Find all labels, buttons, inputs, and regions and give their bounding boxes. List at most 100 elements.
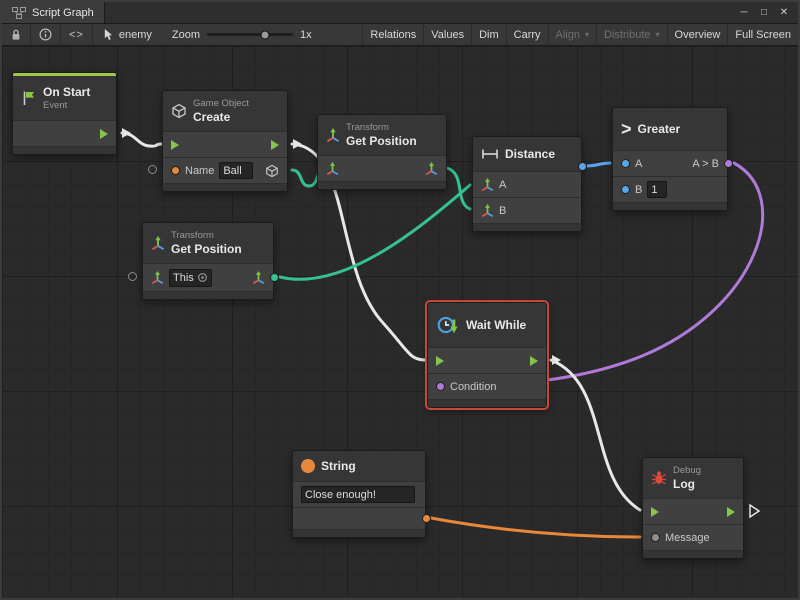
node-footer [613, 202, 727, 210]
input-port-a[interactable] [621, 159, 630, 168]
graph-canvas[interactable]: On Start Event Game Object Create [2, 46, 798, 598]
node-title: Greater [638, 122, 681, 136]
unconnected-port-ring[interactable] [128, 272, 137, 281]
zoom-slider-knob[interactable] [261, 30, 270, 39]
vector-output-icon [252, 271, 265, 284]
dim-button[interactable]: Dim [471, 24, 506, 45]
node-title: Create [193, 110, 249, 124]
name-input-port[interactable] [171, 166, 180, 175]
node-greater[interactable]: > Greater A A > B B [612, 107, 728, 211]
minimize-button[interactable]: ─ [736, 7, 752, 18]
condition-input-port[interactable] [436, 382, 445, 391]
exec-output-port[interactable] [271, 140, 279, 150]
node-footer [428, 399, 546, 407]
port-label: B [635, 184, 642, 196]
wire-exec-onstart-to-create[interactable] [122, 133, 161, 146]
node-title: Get Position [171, 242, 242, 256]
script-graph-window: Script Graph ─ □ ✕ <> enemy Zoom 1x Rela… [0, 0, 800, 600]
node-title: Wait While [466, 318, 526, 332]
node-footer [318, 181, 446, 189]
gameobject-output-port[interactable] [265, 164, 279, 178]
carry-button[interactable]: Carry [506, 24, 548, 45]
vector-input-port-b[interactable] [481, 204, 494, 217]
full-screen-button[interactable]: Full Screen [727, 24, 798, 45]
node-get-position-2[interactable]: Transform Get Position This [142, 222, 274, 300]
tab-script-graph[interactable]: Script Graph [2, 2, 105, 23]
lock-button[interactable] [2, 24, 31, 45]
port-label: A > B [692, 158, 719, 170]
message-input-port[interactable] [651, 533, 660, 542]
node-create[interactable]: Game Object Create Name [162, 90, 288, 192]
string-icon [301, 459, 315, 473]
name-field[interactable] [219, 162, 253, 179]
window-title: Script Graph [32, 7, 94, 19]
edit-code-button[interactable]: <> [61, 24, 93, 45]
exec-input-port[interactable] [436, 356, 444, 366]
node-distance[interactable]: Distance A B [472, 136, 582, 232]
title-bar: Script Graph ─ □ ✕ [2, 2, 798, 24]
wire-string-string-to-debuglog[interactable] [431, 518, 640, 537]
zoom-value: 1x [300, 29, 312, 41]
node-wait-while[interactable]: Wait While Condition [427, 302, 547, 408]
relations-button[interactable]: Relations [362, 24, 423, 45]
distance-output-port[interactable] [578, 162, 587, 171]
flag-icon [21, 90, 37, 106]
align-button[interactable]: Align▾ [548, 24, 596, 45]
node-surtitle: Transform [171, 230, 242, 241]
input-port-b[interactable] [621, 185, 630, 194]
node-on-start[interactable]: On Start Event [12, 72, 117, 155]
wire-arrowhead-icon [122, 128, 131, 138]
greater-icon: > [621, 120, 632, 138]
string-output-port[interactable] [422, 514, 431, 523]
graph-name-label: enemy [119, 29, 152, 41]
values-button[interactable]: Values [423, 24, 471, 45]
wire-number-distance-to-greater[interactable] [586, 163, 610, 166]
node-string[interactable]: String [292, 450, 426, 538]
unconnected-port-ring[interactable] [148, 165, 157, 174]
exec-input-port[interactable] [651, 507, 659, 517]
exec-input-port[interactable] [171, 140, 179, 150]
info-button[interactable] [31, 24, 61, 45]
vector-input-port-a[interactable] [481, 178, 494, 191]
wire-arrowhead-icon [293, 139, 302, 149]
b-value-field[interactable] [647, 181, 667, 198]
exec-output-port[interactable] [727, 507, 735, 517]
maximize-button[interactable]: □ [756, 7, 772, 18]
transform-input-port[interactable] [326, 162, 339, 175]
vector-output-port[interactable] [270, 273, 279, 282]
exec-output-port[interactable] [530, 356, 538, 366]
node-get-position-1[interactable]: Transform Get Position [317, 114, 447, 190]
target-field[interactable]: This [169, 269, 212, 287]
node-surtitle: Debug [673, 465, 701, 476]
graph-breadcrumb[interactable]: enemy [93, 24, 162, 45]
wait-while-icon [436, 314, 460, 336]
node-debug-log[interactable]: Debug Log Message [642, 457, 744, 559]
port-label: B [499, 205, 506, 217]
wire-exec-waitwhile-to-debuglog[interactable] [551, 360, 640, 510]
node-footer [163, 183, 287, 191]
string-value-field[interactable] [301, 486, 415, 503]
port-label: A [635, 158, 642, 170]
close-button[interactable]: ✕ [776, 7, 792, 18]
exec-output-port[interactable] [100, 129, 108, 139]
zoom-slider[interactable] [207, 33, 293, 36]
wire-vector-getposition2-to-distance-a[interactable] [280, 185, 470, 279]
node-title: On Start [43, 85, 90, 99]
transform-icon [326, 128, 340, 142]
node-subtitle: Event [43, 100, 90, 111]
bug-icon [651, 470, 667, 486]
node-title: Log [673, 477, 701, 491]
chevron-down-icon: ▾ [585, 30, 589, 39]
node-surtitle: Transform [346, 122, 417, 133]
vector-output-port[interactable] [425, 162, 438, 175]
overview-button[interactable]: Overview [667, 24, 728, 45]
node-footer [293, 529, 425, 537]
result-output-port[interactable] [724, 159, 733, 168]
target-icon [197, 272, 208, 283]
port-label: Condition [450, 381, 496, 393]
transform-input-port[interactable] [151, 271, 164, 284]
node-title: String [321, 459, 356, 473]
distribute-button[interactable]: Distribute▾ [596, 24, 666, 45]
zoom-label: Zoom [172, 29, 200, 41]
continue-arrow-icon [750, 505, 759, 517]
